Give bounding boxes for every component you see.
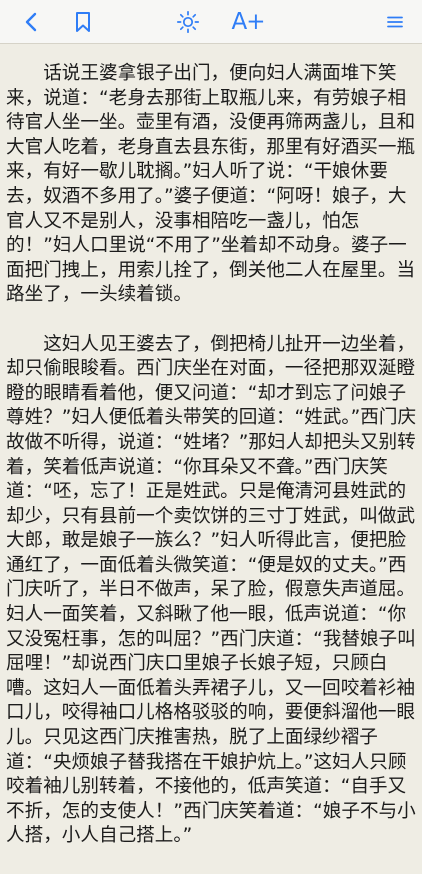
- reader-toolbar: A+: [0, 0, 422, 44]
- brightness-button[interactable]: [172, 0, 204, 44]
- reading-content: 话说王婆拿银子出门，便向妇人满面堆下笑来，说道：“老身去那街上取瓶儿来，有劳娘子…: [6, 62, 418, 874]
- chevron-left-icon: [25, 12, 37, 32]
- back-button[interactable]: [16, 0, 46, 44]
- paragraph-1: 话说王婆拿银子出门，便向妇人满面堆下笑来，说道：“老身去那街上取瓶儿来，有劳娘子…: [6, 63, 416, 306]
- font-size-button[interactable]: A+: [228, 0, 268, 44]
- paragraph-2: 这妇人见王婆去了，倒把椅儿扯开一边坐着，却只偷眼睃看。西门庆坐在对面，一径把那双…: [6, 333, 417, 847]
- sun-icon: [176, 10, 200, 34]
- menu-button[interactable]: [381, 0, 409, 44]
- bookmark-button[interactable]: [68, 0, 98, 44]
- menu-icon: [387, 16, 403, 28]
- font-size-label: A+: [231, 8, 265, 35]
- bookmark-icon: [76, 12, 90, 32]
